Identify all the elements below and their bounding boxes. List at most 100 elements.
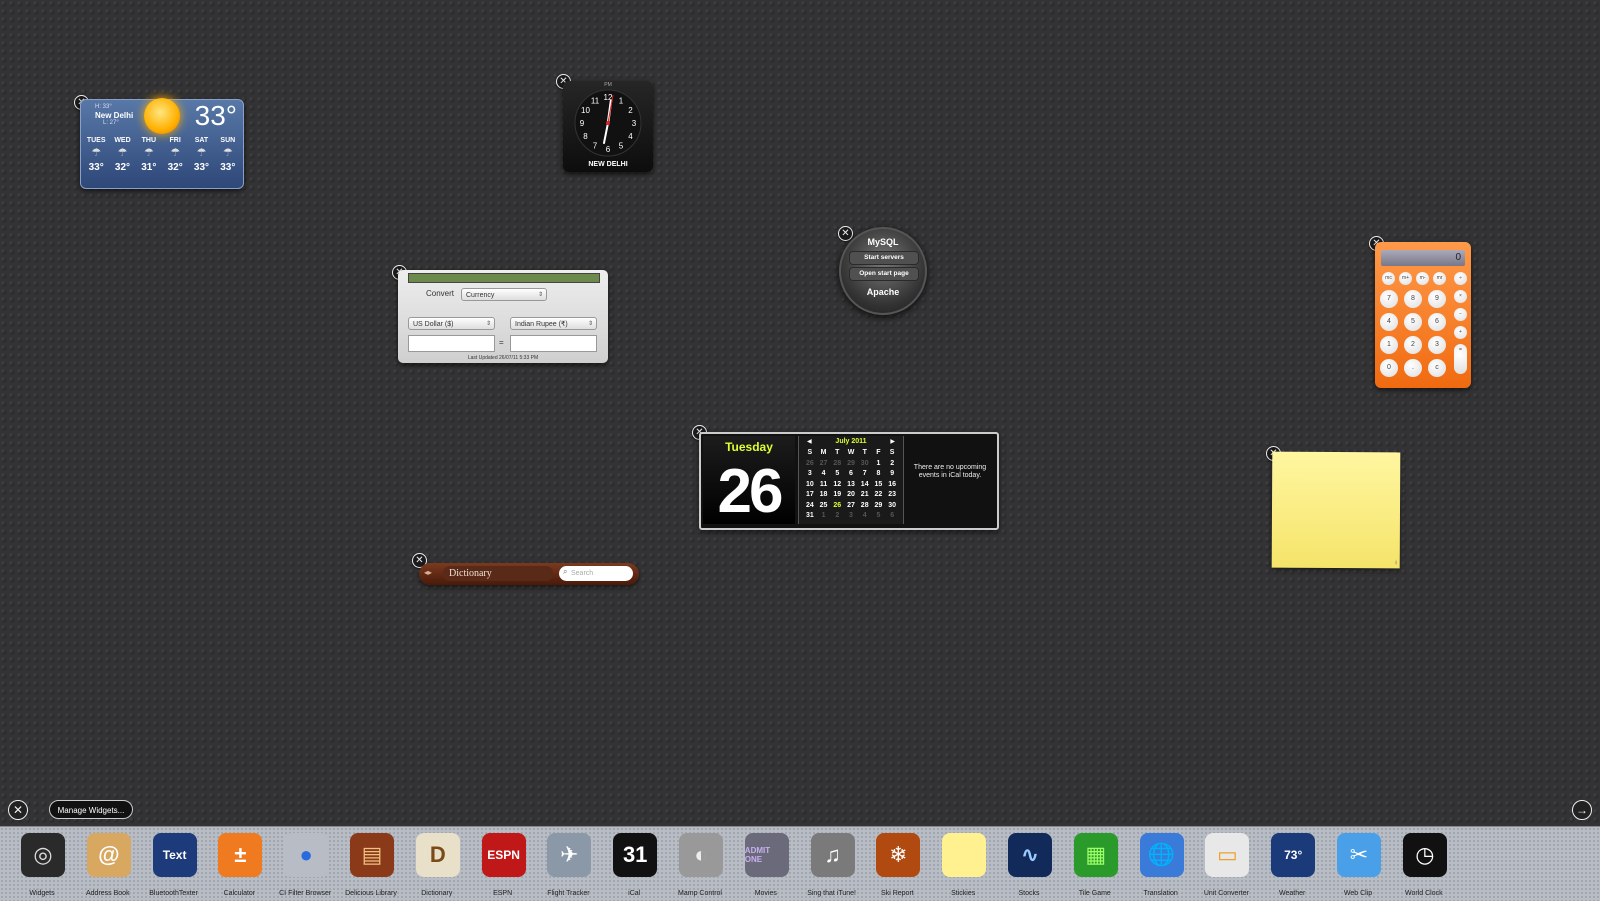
- open-start-page-button[interactable]: Open start page: [849, 267, 919, 281]
- tray-widget-world-clock[interactable]: ◷ World Clock: [1391, 827, 1457, 901]
- calendar-day[interactable]: 7: [858, 469, 872, 479]
- calc-operator-key[interactable]: ÷: [1454, 272, 1467, 285]
- calendar-day[interactable]: 6: [844, 469, 858, 479]
- calc-memory-key[interactable]: m+: [1399, 272, 1412, 285]
- dictionary-search-input[interactable]: Search: [559, 566, 633, 581]
- tray-widget-translation[interactable]: 🌐 Translation: [1128, 827, 1194, 901]
- calendar-day[interactable]: 23: [885, 490, 899, 500]
- calendar-day[interactable]: 4: [817, 469, 831, 479]
- next-page-arrow-icon[interactable]: →: [1572, 800, 1592, 820]
- calendar-day[interactable]: 10: [803, 480, 817, 490]
- tray-widget-stocks[interactable]: ∿ Stocks: [996, 827, 1062, 901]
- calc-key[interactable]: c: [1428, 359, 1446, 377]
- calc-key[interactable]: 6: [1428, 313, 1446, 331]
- from-unit-select[interactable]: US Dollar ($): [408, 317, 495, 331]
- convert-category-select[interactable]: Currency: [461, 288, 547, 302]
- calendar-day[interactable]: 24: [803, 501, 817, 511]
- info-icon[interactable]: i: [1395, 560, 1396, 566]
- calc-operator-key[interactable]: +: [1454, 326, 1467, 339]
- calc-key[interactable]: 7: [1380, 290, 1398, 308]
- calc-key[interactable]: 8: [1404, 290, 1422, 308]
- tray-widget-weather[interactable]: 73° Weather: [1259, 827, 1325, 901]
- calendar-day[interactable]: 27: [844, 501, 858, 511]
- calendar-day[interactable]: 26: [803, 459, 817, 469]
- calendar-day[interactable]: 27: [817, 459, 831, 469]
- back-forward-icon[interactable]: ◂▸: [424, 568, 432, 577]
- calendar-day[interactable]: 5: [872, 511, 886, 521]
- calendar-day[interactable]: 26: [830, 501, 844, 511]
- from-value-input[interactable]: [408, 335, 495, 352]
- calendar-day[interactable]: 13: [844, 480, 858, 490]
- calc-key[interactable]: .: [1404, 359, 1422, 377]
- calendar-day[interactable]: 11: [817, 480, 831, 490]
- tray-widget-unit-converter[interactable]: ▭ Unit Converter: [1193, 827, 1259, 901]
- calendar-day[interactable]: 2: [885, 459, 899, 469]
- tray-widget-mamp-control[interactable]: ◐ Mamp Control: [667, 827, 733, 901]
- calc-key[interactable]: 0: [1380, 359, 1398, 377]
- to-value-input[interactable]: [510, 335, 597, 352]
- calendar-day[interactable]: 28: [858, 501, 872, 511]
- mamp-control-widget[interactable]: MySQL Start servers Open start page Apac…: [839, 227, 927, 315]
- calendar-day[interactable]: 28: [830, 459, 844, 469]
- unit-converter-widget[interactable]: Convert Currency US Dollar ($) Indian Ru…: [398, 270, 608, 363]
- weather-widget[interactable]: H: 33° New Delhi L: 27° 33° TUES ☂ 33° WED ☂…: [80, 98, 244, 189]
- tray-widget-widgets[interactable]: ◎ Widgets: [9, 827, 75, 901]
- calendar-day[interactable]: 29: [844, 459, 858, 469]
- calendar-day[interactable]: 14: [858, 480, 872, 490]
- ical-widget[interactable]: Tuesday 26 ◀ July 2011 ▶ S M T W T F S 26 27 28 29…: [699, 432, 999, 530]
- calendar-day[interactable]: 5: [830, 469, 844, 479]
- dictionary-source-select[interactable]: Dictionary: [443, 566, 553, 581]
- calculator-widget[interactable]: 0 mc m+ m-mr 7 8 9 4 5 6 1 2 3 0. c ÷ × − + =: [1375, 242, 1471, 388]
- tray-widget-flight-tracker[interactable]: ✈ Flight Tracker: [535, 827, 601, 901]
- calendar-day[interactable]: 3: [803, 469, 817, 479]
- calendar-day[interactable]: 29: [872, 501, 886, 511]
- calendar-day[interactable]: 19: [830, 490, 844, 500]
- calc-operator-key[interactable]: =: [1454, 344, 1467, 374]
- calendar-day[interactable]: 15: [872, 480, 886, 490]
- calendar-day[interactable]: 6: [885, 511, 899, 521]
- calc-memory-key[interactable]: m-: [1416, 272, 1429, 285]
- calc-operator-key[interactable]: −: [1454, 308, 1467, 321]
- tray-widget-itunes[interactable]: ♫ Sing that iTune!: [799, 827, 865, 901]
- calendar-day[interactable]: 18: [817, 490, 831, 500]
- calendar-day[interactable]: 31: [803, 511, 817, 521]
- ical-day-panel[interactable]: Tuesday 26: [703, 436, 795, 526]
- calendar-day[interactable]: 30: [885, 501, 899, 511]
- tray-widget-tile-game[interactable]: ▦ Tile Game: [1062, 827, 1128, 901]
- calendar-day[interactable]: 2: [830, 511, 844, 521]
- calendar-day[interactable]: 1: [817, 511, 831, 521]
- calendar-day[interactable]: 25: [817, 501, 831, 511]
- tray-widget-address-book[interactable]: @ Address Book: [75, 827, 141, 901]
- start-servers-button[interactable]: Start servers: [849, 251, 919, 265]
- tray-widget-stickies[interactable]: Stickies: [930, 827, 996, 901]
- calc-memory-key[interactable]: mr: [1433, 272, 1446, 285]
- calc-key[interactable]: 1: [1380, 336, 1398, 354]
- to-unit-select[interactable]: Indian Rupee (₹): [510, 317, 597, 331]
- tray-widget-dictionary[interactable]: D Dictionary: [404, 827, 470, 901]
- dictionary-widget[interactable]: ◂▸ Dictionary Search ⌕: [419, 563, 639, 585]
- calc-operator-key[interactable]: ×: [1454, 290, 1467, 303]
- tray-widget-bluetooth-texter[interactable]: Text BluetoothTexter: [141, 827, 207, 901]
- calendar-day[interactable]: 22: [872, 490, 886, 500]
- tray-widget-ical[interactable]: 31 iCal: [601, 827, 667, 901]
- tray-widget-espn[interactable]: ESPN ESPN: [470, 827, 536, 901]
- calc-key[interactable]: 4: [1380, 313, 1398, 331]
- manage-widgets-button[interactable]: Manage Widgets...: [49, 800, 133, 819]
- calendar-day[interactable]: 1: [872, 459, 886, 469]
- tray-widget-ski-report[interactable]: ❄ Ski Report: [864, 827, 930, 901]
- calendar-day[interactable]: 4: [858, 511, 872, 521]
- calendar-day[interactable]: 16: [885, 480, 899, 490]
- calendar-day[interactable]: 8: [872, 469, 886, 479]
- tray-widget-calculator[interactable]: ± Calculator: [206, 827, 272, 901]
- calc-key[interactable]: 5: [1404, 313, 1422, 331]
- calendar-day[interactable]: 20: [844, 490, 858, 500]
- close-widget-bar-button[interactable]: ✕: [8, 800, 28, 820]
- tray-widget-web-clip[interactable]: ✂ Web Clip: [1325, 827, 1391, 901]
- calendar-day[interactable]: 12: [830, 480, 844, 490]
- calendar-day[interactable]: 21: [858, 490, 872, 500]
- calc-key[interactable]: 9: [1428, 290, 1446, 308]
- calendar-day[interactable]: 3: [844, 511, 858, 521]
- stickies-note[interactable]: i: [1271, 451, 1401, 569]
- tray-widget-delicious-library[interactable]: ▤ Delicious Library: [338, 827, 404, 901]
- world-clock-widget[interactable]: PM 12 1 2 3 4 5 6 7 8 9 10 11 NEW DELHI: [563, 81, 653, 172]
